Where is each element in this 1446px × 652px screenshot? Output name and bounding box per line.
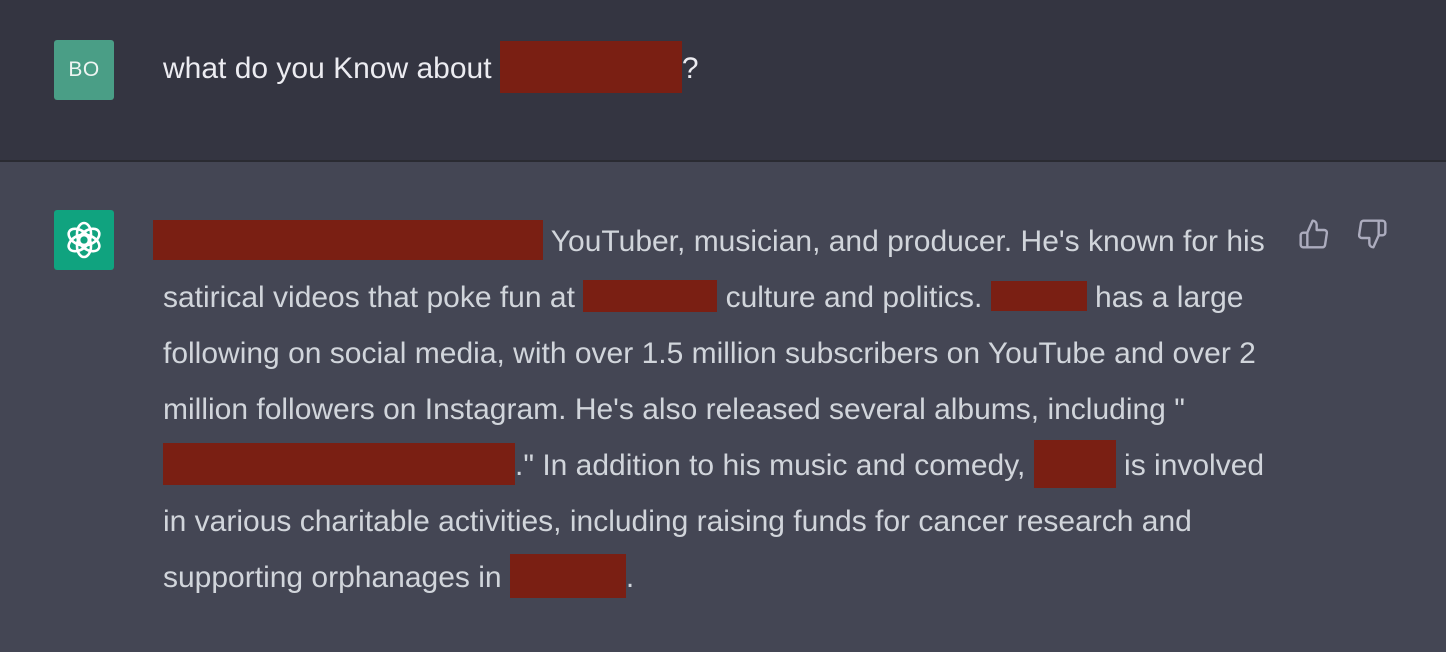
redaction-block	[990, 281, 1087, 312]
answer-segment: culture and politics.	[717, 281, 991, 314]
redaction-block	[153, 220, 543, 261]
user-message-text: what do you Know about ?	[163, 41, 699, 96]
user-message-row: BO what do you Know about ?	[0, 0, 1446, 162]
redaction-block	[583, 280, 718, 313]
assistant-avatar	[54, 210, 114, 270]
user-avatar: BO	[54, 40, 114, 100]
redaction-block	[499, 41, 682, 93]
assistant-message-text: YouTuber, musician, and producer. He's k…	[153, 214, 1288, 606]
redaction-block	[1033, 440, 1116, 489]
answer-segment: .	[625, 561, 635, 594]
openai-logo-icon	[67, 221, 101, 259]
thumbs-up-button[interactable]	[1296, 216, 1332, 252]
assistant-message-row: YouTuber, musician, and producer. He's k…	[0, 162, 1446, 652]
user-text-before: what do you Know about	[163, 51, 500, 85]
user-text-after: ?	[681, 51, 699, 85]
thumbs-down-icon	[1357, 219, 1387, 249]
answer-segment: ." In addition to his music and comedy,	[515, 449, 1034, 482]
thumbs-down-button[interactable]	[1354, 216, 1390, 252]
redaction-block	[163, 443, 515, 486]
redaction-block	[509, 554, 626, 599]
thumbs-up-icon	[1299, 219, 1329, 249]
feedback-actions	[1296, 216, 1390, 252]
user-avatar-initials: BO	[68, 58, 100, 81]
